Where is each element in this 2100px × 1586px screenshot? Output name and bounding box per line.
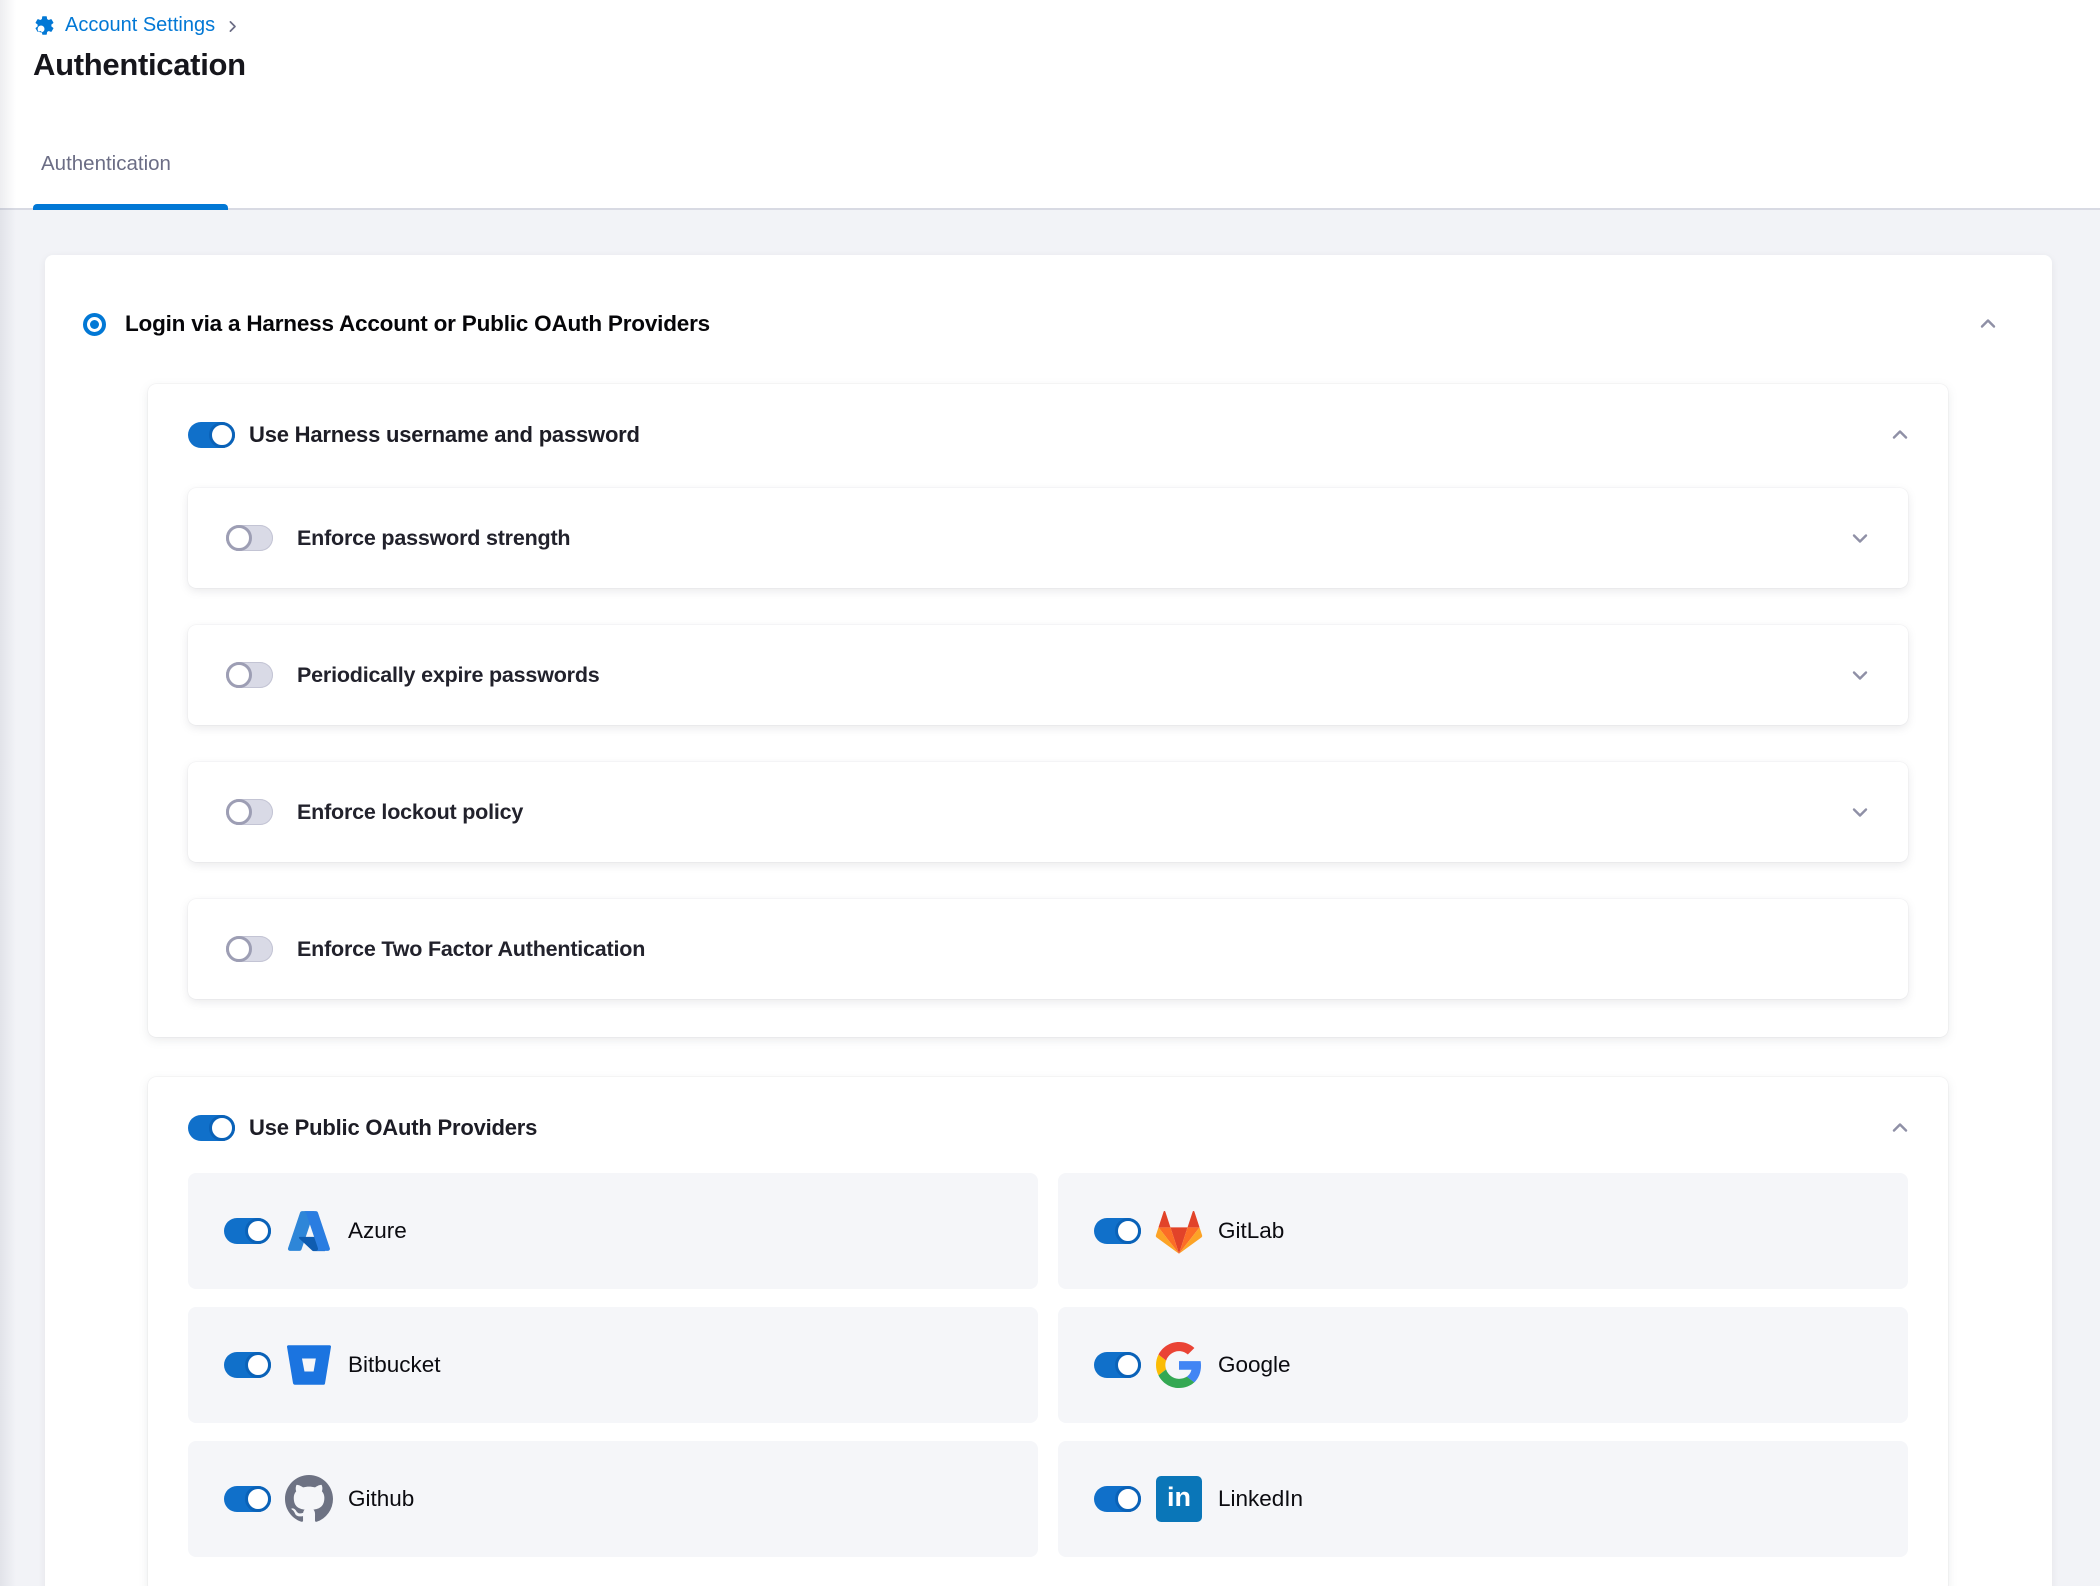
github-icon xyxy=(284,1474,334,1524)
provider-label: Bitbucket xyxy=(348,1352,441,1378)
gitlab-toggle[interactable] xyxy=(1094,1218,1141,1244)
provider-label: Azure xyxy=(348,1218,407,1244)
linkedin-toggle[interactable] xyxy=(1094,1486,1141,1512)
auth-mechanisms-card: Login via a Harness Account or Public OA… xyxy=(45,255,2052,1586)
oauth-providers-card: Use Public OAuth Providers Azure xyxy=(148,1077,1948,1586)
username-password-toggle[interactable] xyxy=(188,422,235,448)
linkedin-icon: in xyxy=(1154,1474,1204,1524)
provider-tile-github: Github xyxy=(188,1441,1038,1557)
option-row-expire-passwords[interactable]: Periodically expire passwords xyxy=(188,625,1908,725)
google-toggle[interactable] xyxy=(1094,1352,1141,1378)
option-row-password-strength[interactable]: Enforce password strength xyxy=(188,488,1908,588)
expand-chevron-down-icon[interactable] xyxy=(1848,663,1872,687)
login-method-section-header: Login via a Harness Account or Public OA… xyxy=(45,255,2052,337)
gear-icon xyxy=(33,14,56,37)
login-method-title: Login via a Harness Account or Public OA… xyxy=(125,311,1976,337)
provider-tile-azure: Azure xyxy=(188,1173,1038,1289)
provider-tile-google: Google xyxy=(1058,1307,1908,1423)
provider-tile-linkedin: in LinkedIn xyxy=(1058,1441,1908,1557)
password-strength-toggle[interactable] xyxy=(226,525,273,551)
expand-chevron-down-icon[interactable] xyxy=(1848,526,1872,550)
option-label: Enforce password strength xyxy=(297,526,1848,551)
provider-tile-bitbucket: Bitbucket xyxy=(188,1307,1038,1423)
option-row-two-factor[interactable]: Enforce Two Factor Authentication xyxy=(188,899,1908,999)
gitlab-icon xyxy=(1154,1206,1204,1256)
provider-label: Github xyxy=(348,1486,414,1512)
oauth-providers-toggle[interactable] xyxy=(188,1115,235,1141)
github-toggle[interactable] xyxy=(224,1486,271,1512)
provider-tile-gitlab: GitLab xyxy=(1058,1173,1908,1289)
option-label: Periodically expire passwords xyxy=(297,663,1848,688)
tab-label: Authentication xyxy=(41,152,171,176)
provider-label: LinkedIn xyxy=(1218,1486,1303,1512)
oauth-providers-label: Use Public OAuth Providers xyxy=(249,1115,1888,1141)
bitbucket-icon xyxy=(284,1340,334,1390)
lockout-policy-toggle[interactable] xyxy=(226,799,273,825)
provider-label: GitLab xyxy=(1218,1218,1284,1244)
content-area: Login via a Harness Account or Public OA… xyxy=(0,255,2100,1586)
google-icon xyxy=(1154,1340,1204,1390)
collapse-chevron-up-icon[interactable] xyxy=(1976,312,2000,336)
expire-passwords-toggle[interactable] xyxy=(226,662,273,688)
azure-toggle[interactable] xyxy=(224,1218,271,1244)
oauth-providers-header: Use Public OAuth Providers xyxy=(148,1077,1948,1141)
page-title: Authentication xyxy=(0,37,2100,83)
username-password-card: Use Harness username and password Enforc… xyxy=(148,384,1948,1037)
collapse-chevron-up-icon[interactable] xyxy=(1888,1116,1912,1140)
active-tab-underline xyxy=(33,204,228,210)
azure-icon xyxy=(284,1206,334,1256)
expand-chevron-down-icon[interactable] xyxy=(1848,800,1872,824)
username-password-label: Use Harness username and password xyxy=(249,422,1888,448)
collapse-chevron-up-icon[interactable] xyxy=(1888,423,1912,447)
option-label: Enforce lockout policy xyxy=(297,800,1848,825)
page-header: Account Settings Authentication Authenti… xyxy=(0,0,2100,210)
tab-bar: Authentication xyxy=(0,148,2100,210)
login-method-radio[interactable] xyxy=(83,313,106,336)
chevron-right-icon xyxy=(224,18,241,35)
oauth-provider-grid: Azure G xyxy=(148,1141,1948,1586)
password-options-list: Enforce password strength Periodically e… xyxy=(148,448,1948,1037)
option-label: Enforce Two Factor Authentication xyxy=(297,937,1872,962)
username-password-header: Use Harness username and password xyxy=(148,384,1948,448)
option-row-lockout-policy[interactable]: Enforce lockout policy xyxy=(188,762,1908,862)
breadcrumb-link-account-settings[interactable]: Account Settings xyxy=(65,14,215,37)
bitbucket-toggle[interactable] xyxy=(224,1352,271,1378)
two-factor-toggle[interactable] xyxy=(226,936,273,962)
tab-authentication[interactable]: Authentication xyxy=(33,146,228,208)
breadcrumb: Account Settings xyxy=(0,0,2100,37)
provider-label: Google xyxy=(1218,1352,1291,1378)
